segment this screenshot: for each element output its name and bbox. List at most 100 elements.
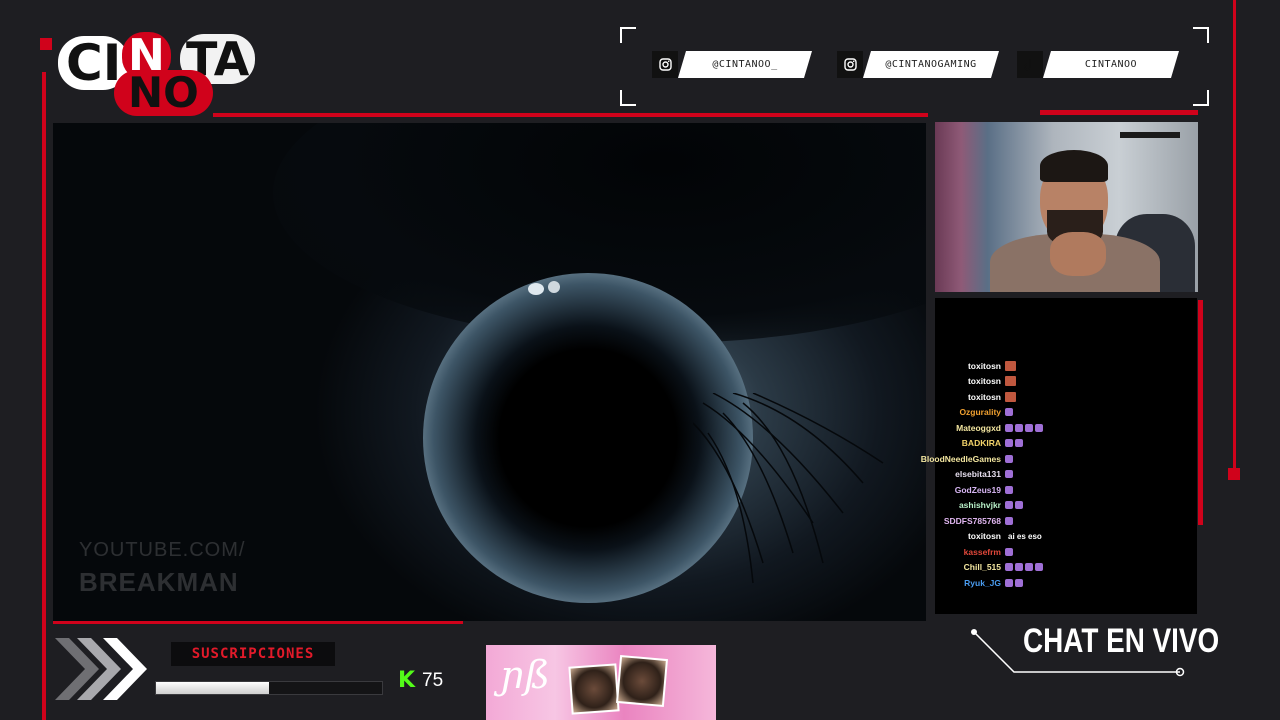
subscriptions-progress-bar (155, 681, 383, 695)
video-watermark-line1: YOUTUBE.COM/ (79, 539, 246, 561)
chat-username[interactable]: elsebita131 (915, 469, 1005, 479)
social-instagram-main[interactable]: @CINTANOO_ (652, 51, 812, 78)
chat-live-title: CHAT EN VIVO (1023, 622, 1220, 660)
subscriber-badge-icon (1025, 563, 1033, 572)
logo-part-no: NO (114, 70, 213, 116)
chat-username[interactable]: GodZeus19 (915, 485, 1005, 495)
frame-accent-left (42, 72, 46, 720)
social-handle: @CINTANOO_ (678, 51, 812, 78)
chat-message: ashishvjkr (915, 498, 1195, 514)
frame-accent-right (1233, 0, 1236, 470)
chat-badges (1005, 391, 1016, 402)
kick-subscriber-count: 75 (422, 670, 444, 691)
chat-panel[interactable]: toxitosn toxitosn toxitosn Ozgurality Mateog… (921, 298, 1197, 614)
sponsor-monogram-graphic: ɲß (500, 653, 550, 697)
chat-badges (1005, 563, 1043, 572)
streamer-hand (1050, 232, 1106, 276)
frame-accent-square-right (1228, 468, 1240, 480)
social-handle: @CINTANOGAMING (863, 51, 999, 78)
subscriptions-progress-fill (156, 682, 269, 694)
subscriber-badge-icon (1015, 439, 1023, 448)
chat-badges (1005, 516, 1013, 525)
streamer-hair (1040, 150, 1108, 182)
chat-message: toxitosn ai es eso (915, 529, 1195, 545)
subscriber-badge-icon (1005, 501, 1013, 510)
chat-message: Ryuk_JG (915, 575, 1195, 591)
chat-username[interactable]: toxitosn (915, 376, 1005, 386)
chat-badges (1005, 439, 1023, 448)
chat-message: toxitosn (915, 389, 1195, 405)
frame-accent-chat-side (1198, 300, 1203, 525)
social-frame-corner-br (1193, 90, 1209, 106)
chat-message: BADKIRA (915, 436, 1195, 452)
subscriber-badge-icon (1005, 439, 1013, 448)
chat-message: SDDFS785768 (915, 513, 1195, 529)
chat-badges (1005, 578, 1023, 587)
chat-message: Ozgurality (915, 405, 1195, 421)
chat-username[interactable]: Ozgurality (915, 407, 1005, 417)
eye-glint (528, 283, 544, 295)
wall-shelf (1120, 132, 1180, 138)
subscriber-badge-icon (1005, 547, 1013, 556)
chat-username[interactable]: Ryuk_JG (915, 578, 1005, 588)
chat-username[interactable]: Mateoggxd (915, 423, 1005, 433)
chat-username[interactable]: toxitosn (915, 531, 1005, 541)
chat-message: toxitosn (915, 358, 1195, 374)
subscriber-badge-icon (1015, 423, 1023, 432)
sponsor-photo (615, 654, 669, 708)
chat-username[interactable]: Chill_515 (915, 562, 1005, 572)
social-instagram-gaming[interactable]: @CINTANOGAMING (837, 51, 999, 78)
social-frame-corner-tl (620, 27, 636, 43)
chat-badges (1005, 376, 1016, 387)
video-watermark-line2: BREAKMAN (79, 567, 239, 597)
frame-accent-bottom (53, 621, 463, 624)
frame-accent-top (213, 113, 928, 117)
social-handle: CINTANOO (1043, 51, 1179, 78)
subscriber-badge-icon (1015, 563, 1023, 572)
chat-message: toxitosn (915, 374, 1195, 390)
chat-message-text: ai es eso (1008, 531, 1042, 541)
chat-badges (1005, 501, 1023, 510)
chat-username[interactable]: toxitosn (915, 392, 1005, 402)
kick-icon: K (398, 668, 416, 693)
chat-message: GodZeus19 (915, 482, 1195, 498)
social-tiktok[interactable]: CINTANOO (1017, 51, 1179, 78)
webcam-feed (935, 122, 1198, 292)
social-frame-corner-tr (1193, 27, 1209, 43)
subscriber-badge-icon (1005, 470, 1013, 479)
chat-username[interactable]: kassefrm (915, 547, 1005, 557)
frame-accent-top-right (1040, 110, 1198, 115)
chat-message-list: toxitosn toxitosn toxitosn Ozgurality Mateog… (915, 358, 1195, 591)
subscriptions-label: SUSCRIPCIONES (171, 642, 335, 666)
chat-username[interactable]: SDDFS785768 (915, 516, 1005, 526)
chat-username[interactable]: BADKIRA (915, 438, 1005, 448)
frame-accent-square (40, 38, 52, 50)
eye-glint (548, 281, 560, 293)
chat-message: Chill_515 (915, 560, 1195, 576)
main-video[interactable]: YOUTUBE.COM/ BREAKMAN (53, 123, 926, 621)
channel-logo: CI TA N NO (52, 20, 262, 120)
instagram-icon (652, 51, 678, 78)
subscriber-badge-icon (1015, 578, 1023, 587)
subscriber-badge-icon (1025, 423, 1033, 432)
emote-badge-icon (1005, 360, 1016, 371)
chat-username[interactable]: BloodNeedleGames (915, 454, 1005, 464)
subscriber-badge-icon (1005, 578, 1013, 587)
subscriber-badge-icon (1005, 408, 1013, 417)
chat-username[interactable]: toxitosn (915, 361, 1005, 371)
sponsor-photo (568, 663, 620, 715)
sponsor-banner[interactable]: ɲß (486, 645, 716, 720)
eyelashes (693, 393, 884, 584)
subscriber-badge-icon (1005, 563, 1013, 572)
subscriber-badge-icon (1035, 423, 1043, 432)
chat-badges (1005, 423, 1043, 432)
chat-username[interactable]: ashishvjkr (915, 500, 1005, 510)
social-frame-corner-bl (620, 90, 636, 106)
tiktok-icon (1017, 51, 1043, 78)
chat-badges (1005, 408, 1013, 417)
chat-badges (1005, 547, 1013, 556)
chat-badges (1005, 485, 1013, 494)
chat-badges (1005, 360, 1016, 371)
chat-message: BloodNeedleGames (915, 451, 1195, 467)
chevrons-decoration (55, 638, 147, 700)
